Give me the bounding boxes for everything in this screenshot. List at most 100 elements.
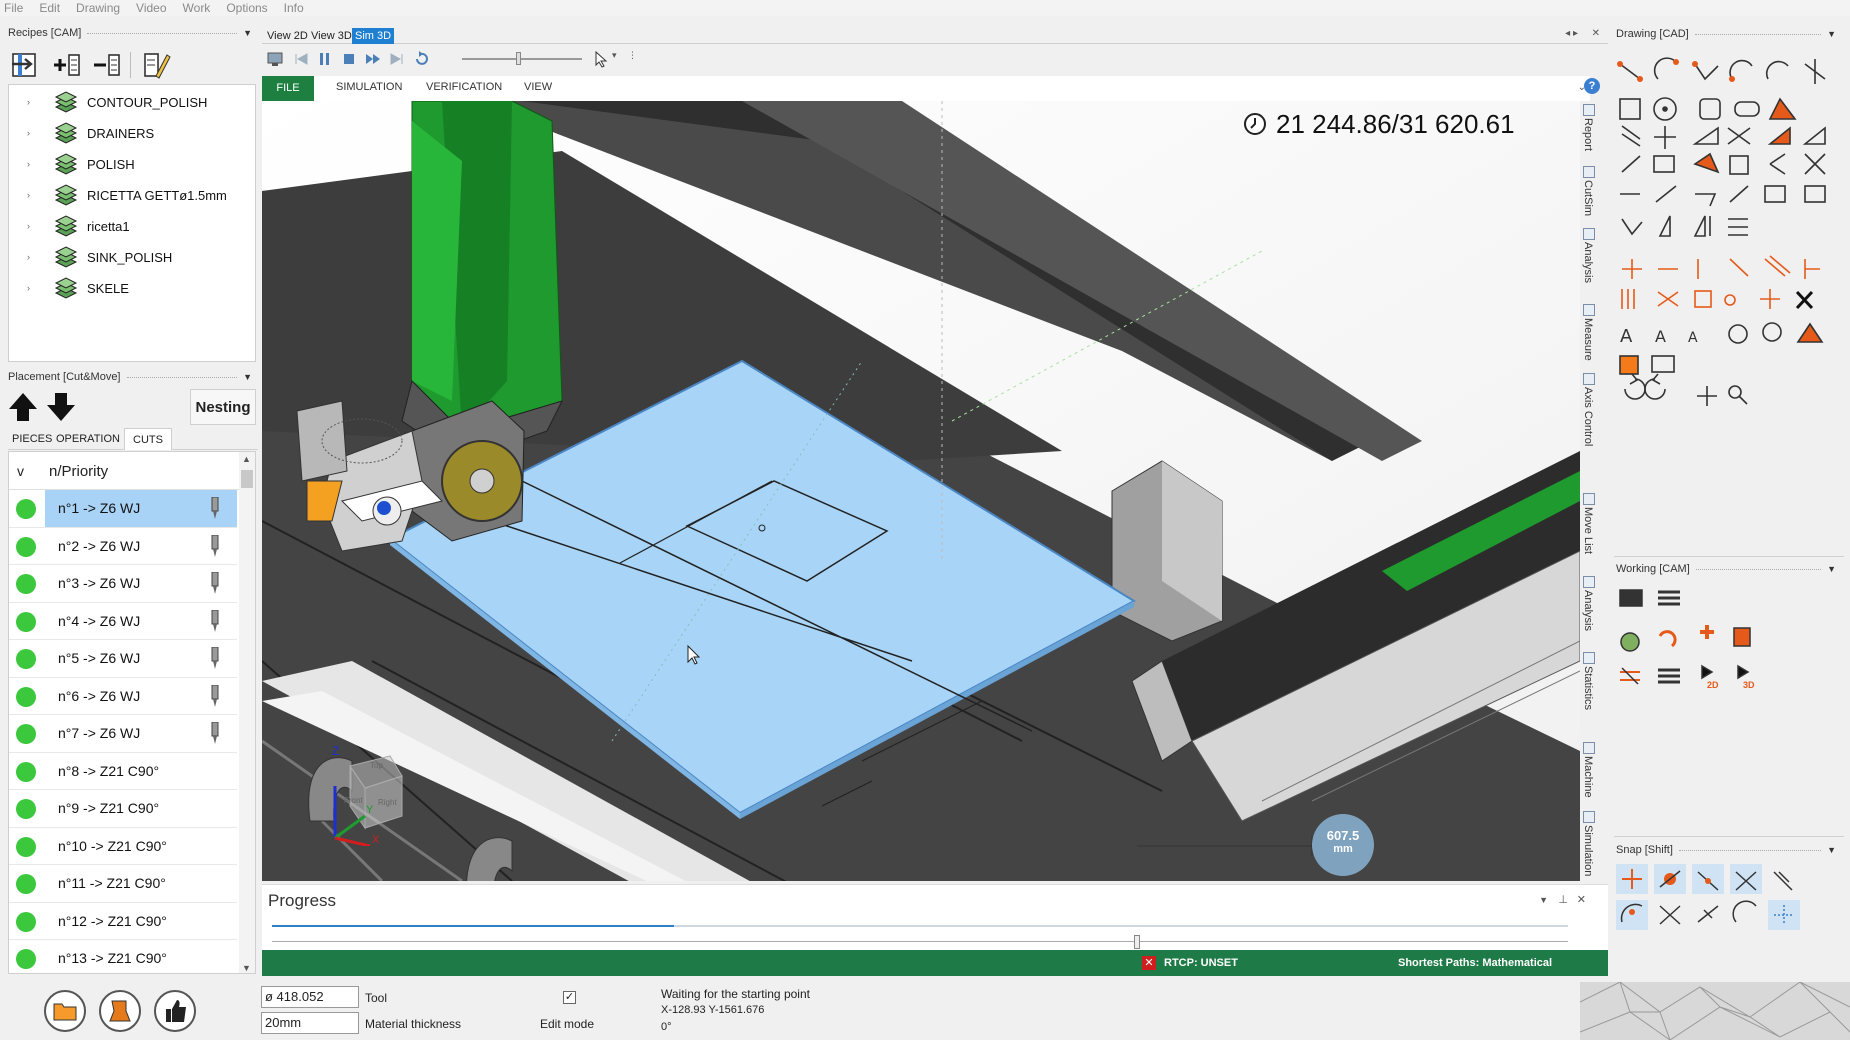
ribbon-tab-simulation[interactable]: SIMULATION [336, 81, 402, 93]
fast-forward-icon[interactable] [364, 50, 382, 68]
import-recipe-icon[interactable] [10, 50, 40, 80]
ribbon-tab-file[interactable]: FILE [262, 76, 314, 101]
machine-button[interactable] [99, 990, 141, 1032]
loop-icon[interactable] [412, 50, 430, 68]
expand-icon[interactable]: › [27, 97, 39, 107]
side-tab[interactable]: Axis Control [1580, 373, 1598, 475]
side-tab[interactable]: Machine [1580, 742, 1598, 809]
menu-drawing[interactable]: Drawing [76, 1, 120, 15]
panel-menu-icon[interactable]: ▼ [243, 28, 252, 38]
side-tab[interactable]: Measure [1580, 304, 1598, 371]
help-icon[interactable]: ? [1584, 78, 1600, 94]
edit-recipe-icon[interactable] [142, 50, 172, 80]
dropdown-icon[interactable]: ▾ [612, 50, 617, 61]
side-tab[interactable]: Report [1580, 104, 1598, 164]
expand-icon[interactable]: › [27, 283, 39, 293]
cut-row[interactable]: n°7 -> Z6 WJ [9, 715, 237, 753]
side-tab[interactable]: Move List [1580, 493, 1598, 574]
panel-menu-icon[interactable]: ▼ [243, 372, 252, 382]
panel-menu-icon[interactable]: ▼ [1827, 845, 1836, 855]
pin-icon[interactable]: ⊥ [1558, 893, 1568, 906]
cube-face-top[interactable]: Top [370, 761, 383, 770]
panel-menu-icon[interactable]: ▼ [1827, 564, 1836, 574]
side-tab[interactable]: Analysis [1580, 228, 1598, 302]
cut-row[interactable]: n°11 -> Z21 C90° [9, 865, 237, 903]
recipe-item[interactable]: › CONTOUR_POLISH [9, 87, 207, 117]
expand-icon[interactable]: › [27, 128, 39, 138]
cut-row[interactable]: n°13 -> Z21 C90° [9, 940, 237, 973]
move-down-icon[interactable] [44, 390, 78, 424]
menu-work[interactable]: Work [183, 1, 211, 15]
add-recipe-icon[interactable] [52, 50, 82, 80]
ribbon-tab-view[interactable]: VIEW [524, 81, 552, 93]
column-v[interactable]: v [17, 463, 24, 479]
cube-face-right[interactable]: Right [378, 798, 397, 807]
side-tab[interactable]: CutSim [1580, 166, 1598, 226]
panel-menu-icon[interactable]: ▼ [1827, 29, 1836, 39]
tab-operation[interactable]: OPERATION [56, 428, 120, 450]
simulate-3d-label[interactable]: 3D [1743, 680, 1755, 690]
expand-icon[interactable]: › [27, 190, 39, 200]
pause-icon[interactable] [316, 50, 334, 68]
cut-row[interactable]: n°9 -> Z21 C90° [9, 790, 237, 828]
recipe-item[interactable]: › RICETTA GETTø1.5mm [9, 180, 227, 210]
skip-forward-icon[interactable] [388, 50, 406, 68]
menu-info[interactable]: Info [284, 1, 304, 15]
overflow-icon[interactable]: ⋮ [628, 50, 637, 61]
cut-row[interactable]: n°5 -> Z6 WJ [9, 640, 237, 678]
remove-recipe-icon[interactable] [92, 50, 122, 80]
column-priority[interactable]: n/Priority [49, 463, 108, 480]
side-tab[interactable]: Analysis [1580, 576, 1598, 650]
material-thickness-field[interactable]: 20mm [261, 1012, 359, 1034]
cube-face-front[interactable]: Front [344, 796, 363, 805]
simulate-2d-label[interactable]: 2D [1707, 680, 1719, 690]
tab-view-3d[interactable]: View 3D [308, 28, 355, 44]
3d-viewport[interactable]: 21 244.86/31 620.61 Z Y X Top Front Righ… [262, 101, 1580, 881]
cut-row[interactable]: n°1 -> Z6 WJ [9, 490, 237, 528]
cut-row[interactable]: n°4 -> Z6 WJ [9, 602, 237, 640]
close-icon[interactable]: ✕ [1592, 28, 1600, 39]
recipe-item[interactable]: › SKELE [9, 273, 129, 303]
cursor-icon[interactable] [592, 50, 610, 68]
cuts-scrollbar[interactable]: ▲ ▼ [239, 452, 255, 973]
scrollbar-thumb[interactable] [241, 470, 253, 488]
cut-row[interactable]: n°10 -> Z21 C90° [9, 827, 237, 865]
side-tab[interactable]: Statistics [1580, 652, 1598, 740]
view-cube[interactable]: Z Y X Top Front Right [320, 744, 410, 848]
ribbon-tab-verification[interactable]: VERIFICATION [426, 81, 502, 93]
recipe-item[interactable]: › DRAINERS [9, 118, 154, 148]
menu-edit[interactable]: Edit [39, 1, 60, 15]
cut-row[interactable]: n°8 -> Z21 C90° [9, 752, 237, 790]
tab-view-2d[interactable]: View 2D [264, 28, 311, 44]
menu-video[interactable]: Video [136, 1, 166, 15]
tab-sim-3d[interactable]: Sim 3D [352, 28, 395, 44]
recipe-item[interactable]: › SINK_POLISH [9, 242, 172, 272]
stop-icon[interactable] [340, 50, 358, 68]
recipe-item[interactable]: › POLISH [9, 149, 135, 179]
cut-row[interactable]: n°3 -> Z6 WJ [9, 565, 237, 603]
move-up-icon[interactable] [6, 390, 40, 424]
cut-row[interactable]: n°2 -> Z6 WJ [9, 527, 237, 565]
edit-mode-checkbox[interactable]: ✓ [563, 991, 576, 1004]
progress-handle[interactable] [1134, 935, 1140, 949]
speed-slider-thumb[interactable] [516, 52, 521, 65]
tab-cuts[interactable]: CUTS [124, 428, 172, 450]
expand-icon[interactable]: › [27, 221, 39, 231]
close-icon[interactable]: ✕ [1577, 893, 1586, 906]
menu-file[interactable]: File [4, 1, 23, 15]
menu-options[interactable]: Options [226, 1, 267, 15]
panel-menu-icon[interactable]: ▼ [1539, 895, 1548, 905]
skip-back-icon[interactable] [292, 50, 310, 68]
speed-slider[interactable] [462, 58, 582, 60]
cut-row[interactable]: n°6 -> Z6 WJ [9, 677, 237, 715]
expand-icon[interactable]: › [27, 159, 39, 169]
tool-diameter-field[interactable]: ø 418.052 [261, 986, 359, 1008]
confirm-button[interactable] [154, 990, 196, 1032]
tab-pieces[interactable]: PIECES [12, 428, 52, 450]
recipe-item[interactable]: › ricetta1 [9, 211, 130, 241]
nesting-button[interactable]: Nesting [190, 389, 256, 425]
expand-icon[interactable]: › [27, 252, 39, 262]
screen-icon[interactable] [266, 50, 284, 68]
open-project-button[interactable] [44, 990, 86, 1032]
cut-row[interactable]: n°12 -> Z21 C90° [9, 902, 237, 940]
